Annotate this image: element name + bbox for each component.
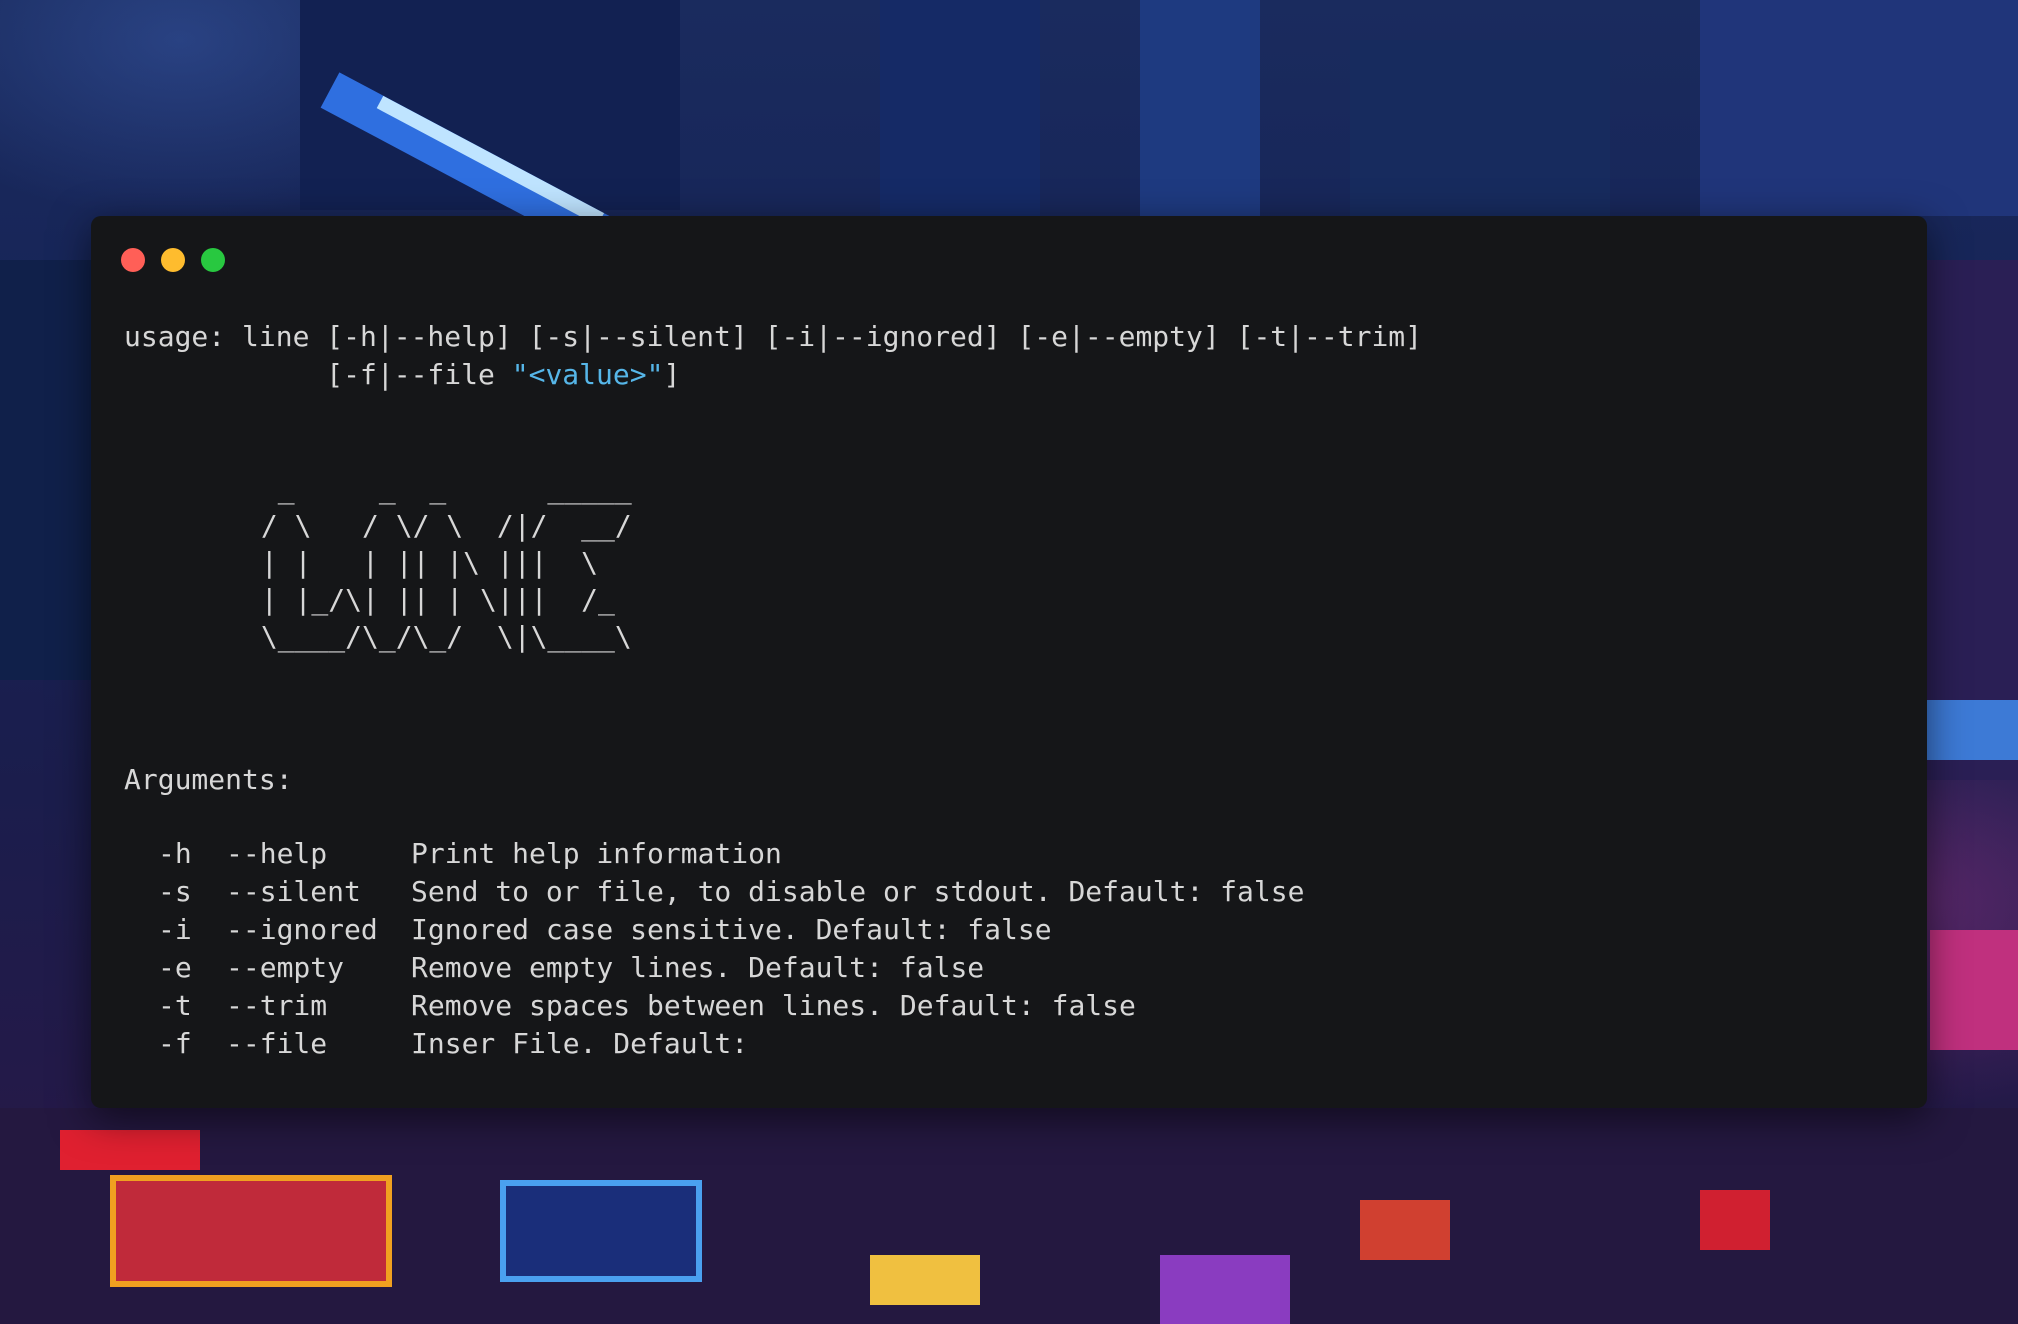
- arguments-list: -h --help Print help information -s --silent…: [124, 835, 1907, 1063]
- argument-row: -f --file Inser File. Default:: [124, 1025, 1907, 1063]
- argument-description: Remove empty lines. Default: false: [411, 951, 985, 984]
- argument-long-flag: --silent: [226, 875, 361, 908]
- argument-short-flag: -t: [158, 989, 192, 1022]
- argument-long-flag: --empty: [226, 951, 345, 984]
- arguments-heading: Arguments:: [124, 763, 293, 796]
- terminal-window: usage: line [-h|--help] [-s|--silent] [-…: [91, 216, 1927, 1108]
- argument-long-flag: --help: [226, 837, 328, 870]
- usage-value-placeholder: "<value>": [511, 358, 664, 391]
- argument-short-flag: -f: [158, 1027, 192, 1060]
- usage-prefix: [-f|--file: [124, 358, 512, 391]
- argument-long-flag: --file: [226, 1027, 328, 1060]
- argument-description: Remove spaces between lines. Default: fa…: [411, 989, 1136, 1022]
- argument-short-flag: -e: [158, 951, 192, 984]
- argument-row: -h --help Print help information: [124, 835, 1907, 873]
- argument-short-flag: -i: [158, 913, 192, 946]
- zoom-button[interactable]: [201, 248, 225, 272]
- argument-row: -i --ignored Ignored case sensitive. Defau…: [124, 911, 1907, 949]
- argument-description: Send to or file, to disable or stdout. D…: [411, 875, 1305, 908]
- argument-row: -t --trim Remove spaces between lines. Def…: [124, 987, 1907, 1025]
- usage-suffix: ]: [663, 358, 681, 391]
- argument-row: -s --silent Send to or file, to disable or…: [124, 873, 1907, 911]
- argument-description: Ignored case sensitive. Default: false: [411, 913, 1052, 946]
- usage-line-2: [-f|--file "<value>"]: [124, 356, 1907, 394]
- argument-long-flag: --ignored: [226, 913, 378, 946]
- window-controls: [121, 248, 225, 272]
- minimize-button[interactable]: [161, 248, 185, 272]
- argument-short-flag: -h: [158, 837, 192, 870]
- usage-line-1: usage: line [-h|--help] [-s|--silent] [-…: [124, 320, 1423, 353]
- argument-description: Print help information: [411, 837, 782, 870]
- close-button[interactable]: [121, 248, 145, 272]
- argument-long-flag: --trim: [226, 989, 328, 1022]
- terminal-output[interactable]: usage: line [-h|--help] [-s|--silent] [-…: [124, 318, 1907, 1063]
- argument-row: -e --empty Remove empty lines. Default: fa…: [124, 949, 1907, 987]
- ascii-art-logo: _ _ _ _____ / \ / \/ \ /|/ __/ | | | || …: [260, 472, 632, 653]
- argument-description: Inser File. Default:: [411, 1027, 749, 1060]
- argument-short-flag: -s: [158, 875, 192, 908]
